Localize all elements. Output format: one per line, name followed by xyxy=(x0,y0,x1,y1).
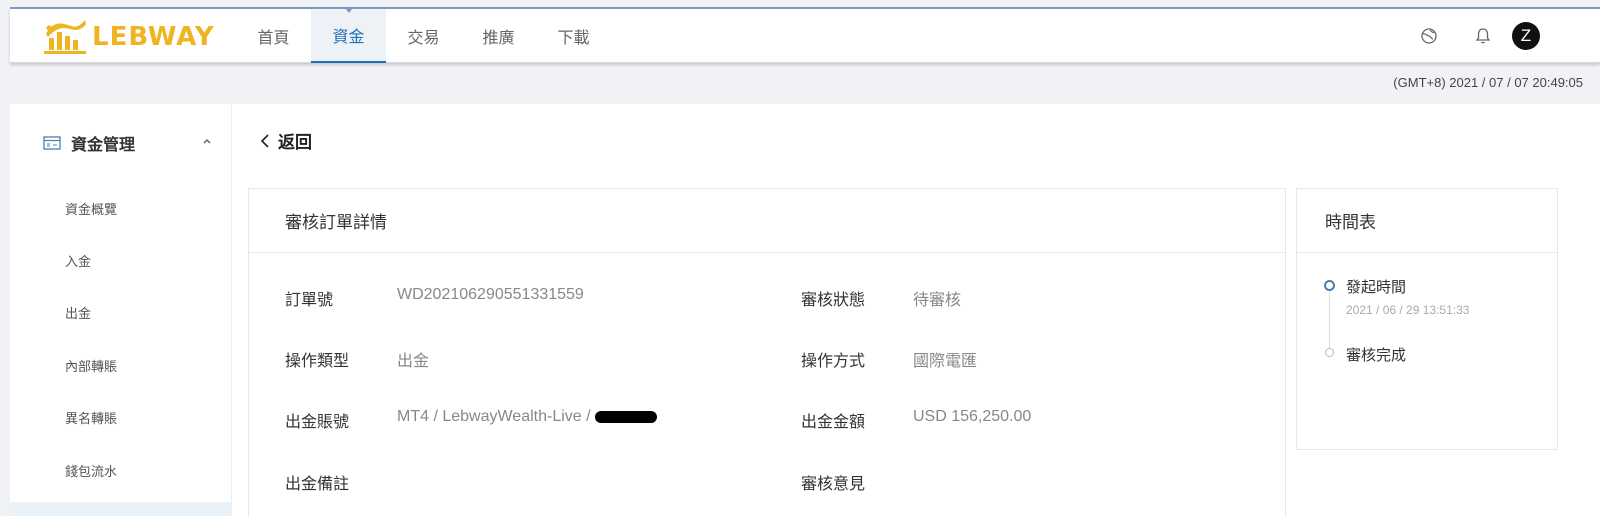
withdraw-amount-value: USD 156,250.00 xyxy=(913,408,1032,425)
nav-item-home[interactable]: 首頁 xyxy=(236,9,311,63)
nav-item-trade[interactable]: 交易 xyxy=(386,9,461,63)
sidebar-section-label: 資金管理 xyxy=(71,137,136,154)
language-button[interactable] xyxy=(1402,9,1456,63)
globe-icon xyxy=(1421,28,1437,44)
sidebar-item-deposit[interactable]: 入金 xyxy=(10,234,232,286)
brand-name: LEBWAY xyxy=(92,22,215,52)
review-opinion-label: 審核意見 xyxy=(801,476,866,493)
top-bar: LEBWAY 首頁 資金 交易 推廣 下載 Z xyxy=(10,7,1600,63)
nav-item-promotion[interactable]: 推廣 xyxy=(461,9,536,63)
nav-item-funds[interactable]: 資金 xyxy=(311,8,386,63)
sidebar-item-funds-overview[interactable]: 資金概覽 xyxy=(10,182,232,234)
chevron-left-icon xyxy=(260,133,269,148)
withdraw-amount-label: 出金金額 xyxy=(801,414,866,431)
timeline-connector xyxy=(1329,291,1330,349)
sidebar-item-internal-transfer[interactable]: 內部轉賬 xyxy=(10,339,232,391)
bell-icon xyxy=(1475,28,1491,44)
timeline-step-initiated: 發起時間 xyxy=(1346,279,1407,296)
withdraw-account-text: MT4 / LebwayWealth-Live / xyxy=(397,408,591,425)
back-button[interactable]: 返回 xyxy=(260,128,312,153)
order-no-value: WD202106290551331559 xyxy=(397,286,584,303)
redaction-mark xyxy=(594,410,657,423)
wallet-card-icon xyxy=(43,136,61,150)
sidebar: 資金管理 資金概覽 入金 出金 內部轉賬 異名轉賬 錢包流水 xyxy=(10,104,232,516)
server-clock: (GMT+8) 2021 / 07 / 07 20:49:05 xyxy=(1393,75,1583,90)
order-no-field: 訂單號 WD202106290551331559 xyxy=(285,286,584,310)
operation-method-label: 操作方式 xyxy=(801,353,866,370)
timeline-dot-pending xyxy=(1325,348,1334,357)
operation-type-label: 操作類型 xyxy=(285,353,350,370)
withdraw-amount-field: 出金金額 USD 156,250.00 xyxy=(801,408,1031,432)
logo-icon xyxy=(44,20,86,54)
header-actions: Z xyxy=(1402,9,1540,63)
timeline-title: 時間表 xyxy=(1297,189,1557,253)
review-status-value: 待審核 xyxy=(913,292,962,309)
main-nav: 首頁 資金 交易 推廣 下載 xyxy=(236,8,611,63)
chevron-up-icon[interactable] xyxy=(202,137,212,145)
review-status-field: 審核狀態 待審核 xyxy=(801,286,961,310)
timeline-card: 時間表 發起時間 2021 / 06 / 29 13:51:33 審核完成 xyxy=(1296,188,1558,450)
withdraw-remark-field: 出金備註 xyxy=(285,470,397,494)
sidebar-item-third-party-transfer[interactable]: 異名轉賬 xyxy=(10,391,232,443)
back-label: 返回 xyxy=(278,133,312,152)
timeline-step-review-complete: 審核完成 xyxy=(1346,347,1407,364)
brand-logo[interactable]: LEBWAY xyxy=(42,17,215,57)
sidebar-item-wallet-history[interactable]: 錢包流水 xyxy=(10,444,232,496)
timeline-dot-active xyxy=(1324,280,1335,291)
notifications-button[interactable] xyxy=(1456,9,1510,63)
withdraw-account-field: 出金賬號 MT4 / LebwayWealth-Live / xyxy=(285,408,657,432)
operation-type-field: 操作類型 出金 xyxy=(285,347,429,371)
review-status-label: 審核狀態 xyxy=(801,292,866,309)
sidebar-section-funds-management[interactable]: 資金管理 xyxy=(10,104,232,182)
sidebar-item-highlight[interactable] xyxy=(10,502,232,516)
order-detail-title: 審核訂單詳情 xyxy=(249,189,1285,253)
timeline-step-initiated-time: 2021 / 06 / 29 13:51:33 xyxy=(1346,303,1470,317)
order-no-label: 訂單號 xyxy=(285,292,334,309)
user-avatar[interactable]: Z xyxy=(1512,22,1540,50)
operation-type-value: 出金 xyxy=(397,353,430,370)
operation-method-field: 操作方式 國際電匯 xyxy=(801,347,977,371)
operation-method-value: 國際電匯 xyxy=(913,353,978,370)
order-detail-card: 審核訂單詳情 訂單號 WD202106290551331559 審核狀態 待審核… xyxy=(248,188,1286,516)
sidebar-item-withdrawal[interactable]: 出金 xyxy=(10,286,232,338)
withdraw-account-label: 出金賬號 xyxy=(285,414,350,431)
withdraw-remark-label: 出金備註 xyxy=(285,476,350,493)
nav-item-download[interactable]: 下載 xyxy=(536,9,611,63)
withdraw-account-value: MT4 / LebwayWealth-Live / xyxy=(397,408,657,432)
review-opinion-field: 審核意見 xyxy=(801,470,913,494)
main-content: 返回 審核訂單詳情 訂單號 WD202106290551331559 審核狀態 … xyxy=(232,104,1600,516)
